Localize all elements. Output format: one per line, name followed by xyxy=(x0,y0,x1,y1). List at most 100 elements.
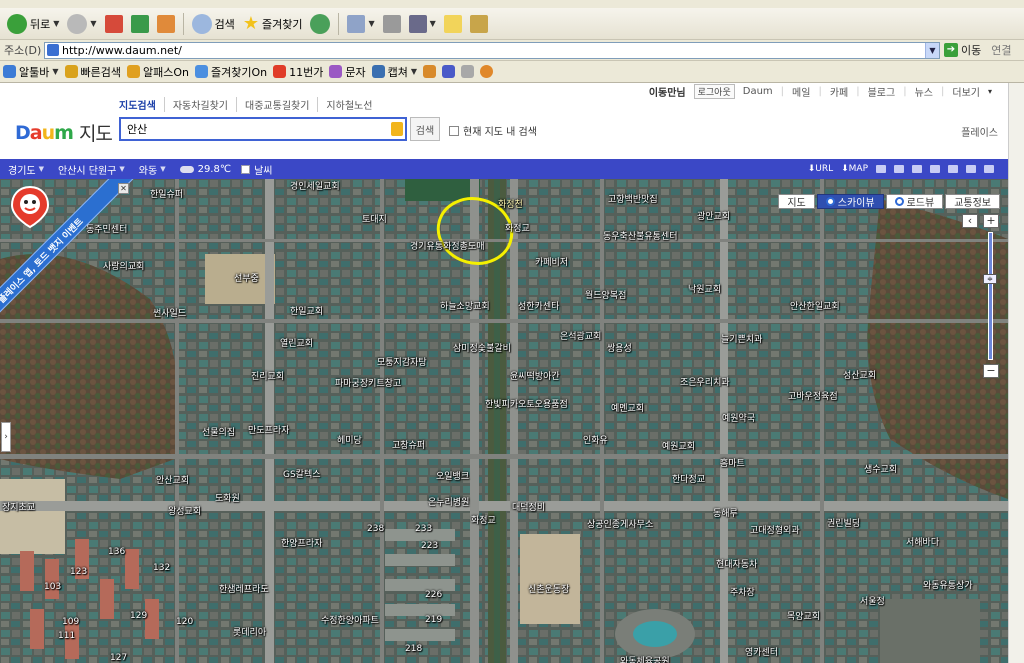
map-label[interactable]: 성산교회 xyxy=(843,368,876,381)
map-label[interactable]: 219 xyxy=(425,615,442,625)
disk-icon[interactable] xyxy=(461,65,475,78)
print-icon[interactable] xyxy=(876,165,886,173)
map-label[interactable]: 낙원교회 xyxy=(688,282,721,295)
refresh-icon[interactable] xyxy=(984,165,994,173)
ruler-icon[interactable] xyxy=(930,165,940,173)
map-label[interactable]: 수정한양아파트 xyxy=(321,613,379,626)
map-label[interactable]: 왕성교회 xyxy=(168,504,201,517)
map-label[interactable]: 윤씨떡방아간 xyxy=(510,369,560,382)
map-label[interactable]: 홈마트 xyxy=(720,456,745,469)
map-label[interactable]: 카페비저 xyxy=(535,255,568,268)
close-icon[interactable]: ✕ xyxy=(118,183,129,194)
province-select[interactable]: 경기도 ▼ xyxy=(8,162,44,177)
map-label[interactable]: 고창슈퍼 xyxy=(392,438,425,451)
map-label[interactable]: 136 xyxy=(108,547,125,557)
search-option-icon[interactable] xyxy=(391,122,403,136)
map-label[interactable]: 파마궁장키트창고 xyxy=(335,376,401,389)
messenger-button[interactable] xyxy=(467,11,491,37)
weather-checkbox[interactable] xyxy=(241,164,251,174)
map-label[interactable]: 111 xyxy=(58,631,75,641)
map-label[interactable]: 삼미정숯불갈비 xyxy=(453,341,511,354)
map-type-normal[interactable]: 지도 xyxy=(778,194,815,209)
map-label[interactable]: 월드양복점 xyxy=(585,288,626,301)
search-input[interactable] xyxy=(121,120,391,138)
search-within-map[interactable]: 현재 지도 내 검색 xyxy=(449,123,537,138)
chevron-down-icon[interactable]: ▼ xyxy=(53,19,59,28)
discuss-button[interactable] xyxy=(441,11,465,37)
map-label[interactable]: 조은우리치과 xyxy=(680,375,730,388)
tab-map-search[interactable]: 지도검색 xyxy=(119,97,164,112)
map-label[interactable]: 열린교회 xyxy=(280,336,313,349)
stop-button[interactable] xyxy=(102,11,126,37)
map-label[interactable]: 예원약국 xyxy=(722,411,755,424)
map-label[interactable]: 서해바다 xyxy=(906,535,939,548)
map-label[interactable]: 상공인종게사무소 xyxy=(587,517,653,530)
map-label[interactable]: 223 xyxy=(421,541,438,551)
promo-banner[interactable]: 플레이스 앱, 토드 뱃지 이벤트 ✕ xyxy=(0,179,140,320)
edit-button[interactable]: ▼ xyxy=(406,11,439,37)
map-label[interactable]: 도화원 xyxy=(215,491,240,504)
chevron-down-icon[interactable]: ▼ xyxy=(925,42,939,58)
brush-icon[interactable] xyxy=(423,65,437,78)
map-label[interactable]: 토대지 xyxy=(362,212,387,225)
history-button[interactable] xyxy=(307,11,333,37)
search-button[interactable]: 검색 xyxy=(189,11,238,37)
map-label[interactable]: 롯데리아 xyxy=(233,625,266,638)
map-label[interactable]: 현대자동차 xyxy=(716,557,757,570)
zoom-out-button[interactable]: − xyxy=(983,364,999,378)
user-name[interactable]: 이동만님 xyxy=(649,84,686,99)
map-label[interactable]: 127 xyxy=(110,653,127,663)
zoom-in-button[interactable]: + xyxy=(983,214,999,228)
places-link[interactable]: 플레이스 xyxy=(961,124,998,139)
map-label[interactable]: 109 xyxy=(62,617,79,627)
weather-toggle[interactable]: 날씨 xyxy=(241,162,272,177)
map-label[interactable]: 고대정형외과 xyxy=(750,523,800,536)
map-label[interactable]: 대덕정비 xyxy=(512,500,545,513)
link-item-alpass[interactable]: 알패스On xyxy=(127,64,189,80)
map-label[interactable]: 와동체육공원 xyxy=(620,654,670,663)
map-label[interactable]: 신촌운동장 xyxy=(528,582,569,595)
home-button[interactable] xyxy=(154,11,178,37)
chevron-down-icon[interactable]: ▼ xyxy=(90,19,96,28)
chevron-down-icon[interactable]: ▼ xyxy=(411,67,417,76)
tab-subway-map[interactable]: 지하철노선 xyxy=(317,97,380,112)
map-label[interactable]: 모퉁지감자탕 xyxy=(377,355,427,368)
top-nav-cafe[interactable]: 카페 xyxy=(830,84,848,99)
map-label[interactable]: 한다정교 xyxy=(672,472,705,485)
mail-icon[interactable] xyxy=(894,165,904,173)
map-label[interactable]: 동해루 xyxy=(713,506,738,519)
page-scrollbar[interactable] xyxy=(1008,83,1024,663)
map-label[interactable]: 경인세일교회 xyxy=(290,179,340,192)
link-item-altoolbar[interactable]: 알툴바 ▼ xyxy=(3,64,59,80)
address-field[interactable]: http://www.daum.net/ ▼ xyxy=(44,41,940,59)
save-icon[interactable] xyxy=(442,65,456,78)
map-label[interactable]: 120 xyxy=(176,617,193,627)
map-type-traffic[interactable]: 교통정보 xyxy=(945,194,1000,209)
chevron-down-icon[interactable]: ▾ xyxy=(988,87,992,96)
search-submit-button[interactable]: 검색 xyxy=(410,117,440,141)
map-label[interactable]: 고바우정육점 xyxy=(788,389,838,402)
links-label[interactable]: 연결 xyxy=(991,42,1011,58)
map-label[interactable]: 온누리병원 xyxy=(428,495,469,508)
map-label[interactable]: 한샘레프라도 xyxy=(219,582,269,595)
map-label[interactable]: 광안교회 xyxy=(697,209,730,222)
city-select[interactable]: 안산시 단원구 ▼ xyxy=(58,162,125,177)
map-label[interactable]: 화정천 xyxy=(498,197,523,210)
map-label[interactable]: 인화유 xyxy=(583,433,608,446)
map-label[interactable]: 온석광교회 xyxy=(560,329,601,342)
logout-button[interactable]: 로그아웃 xyxy=(693,84,735,99)
map-label[interactable]: 화정교 xyxy=(471,513,496,526)
map-label[interactable]: 고향백반맛집 xyxy=(608,192,658,205)
tab-car-route[interactable]: 자동차길찾기 xyxy=(163,97,236,112)
map-label[interactable]: 안산한일교회 xyxy=(790,299,840,312)
expand-panel-button[interactable]: › xyxy=(1,422,11,452)
map-label[interactable]: 하늘소망교회 xyxy=(440,299,490,312)
map-label[interactable]: 예원교회 xyxy=(662,439,695,452)
map-label[interactable]: 123 xyxy=(70,567,87,577)
top-nav-more[interactable]: 더보기 xyxy=(952,84,980,99)
alert-icon[interactable] xyxy=(480,65,494,78)
map-type-roadview[interactable]: 로드뷰 xyxy=(885,194,944,209)
map-label[interactable]: 238 xyxy=(367,524,384,534)
map-label[interactable]: 예멘교회 xyxy=(611,401,644,414)
map-label[interactable]: 129 xyxy=(130,611,147,621)
